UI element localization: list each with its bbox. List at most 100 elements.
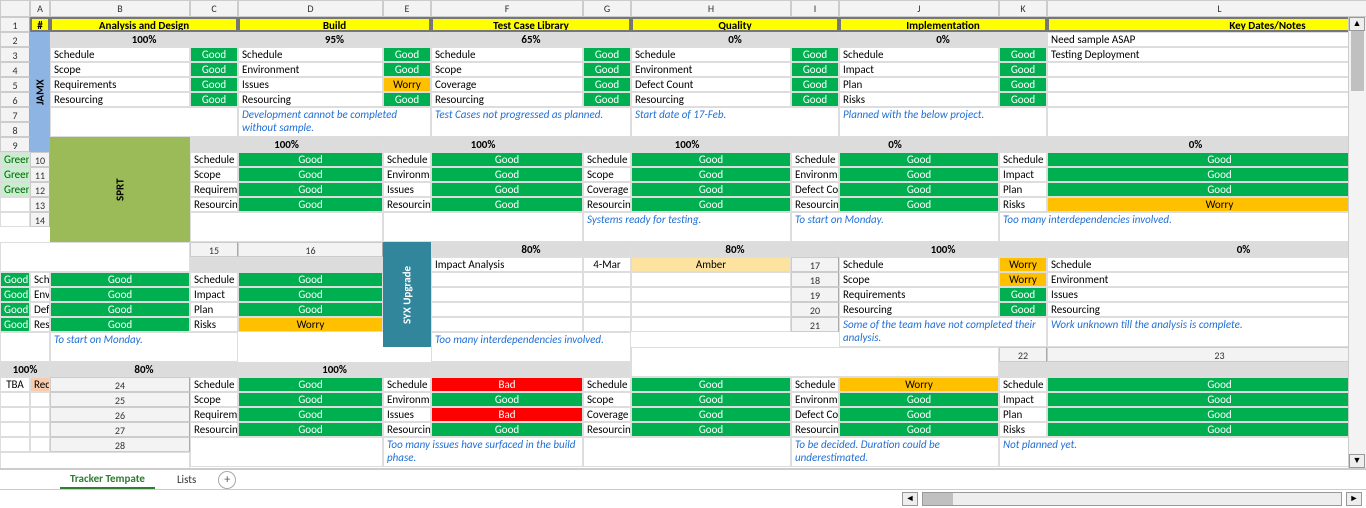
note[interactable]: To start on Monday. [791, 212, 999, 242]
row-header[interactable]: 13 [30, 197, 50, 212]
pct[interactable]: 95% [238, 32, 431, 47]
scroll-right-icon[interactable]: ► [1346, 492, 1362, 506]
metric-label[interactable]: Environment [791, 392, 839, 407]
scroll-left-icon[interactable]: ◄ [902, 492, 918, 506]
metric-label[interactable]: Resourcing [583, 197, 631, 212]
row-header[interactable]: 4 [0, 62, 30, 77]
metric-label[interactable]: Issues [238, 77, 383, 92]
key-date[interactable] [583, 272, 631, 287]
pct[interactable]: 100% [383, 137, 583, 152]
metric-label[interactable]: Resourcing [383, 422, 431, 437]
metric-label[interactable]: Scope [583, 167, 631, 182]
metric-label[interactable]: Requirements [839, 287, 999, 302]
status-good[interactable]: Good [1047, 167, 1366, 182]
key-date[interactable] [583, 302, 631, 317]
status-good[interactable]: Good [50, 302, 190, 317]
metric-label[interactable]: Schedule [791, 377, 839, 392]
cell[interactable] [0, 212, 30, 227]
pct[interactable]: 100% [839, 242, 1047, 257]
tab-tracker[interactable]: Tracker Tempate [60, 470, 155, 489]
status-good[interactable]: Good [999, 302, 1047, 317]
row-header[interactable]: 10 [30, 152, 50, 167]
metric-label[interactable]: Impact [839, 62, 999, 77]
cell[interactable] [431, 317, 583, 332]
status-good[interactable]: Good [631, 182, 791, 197]
status-good[interactable]: Good [383, 47, 431, 62]
status-worry[interactable]: Worry [1047, 197, 1366, 212]
col-header[interactable]: A [30, 0, 50, 17]
note[interactable] [50, 107, 238, 137]
note[interactable]: Test Cases not progressed as planned. [431, 107, 631, 137]
status-good[interactable]: Good [238, 197, 383, 212]
note[interactable] [0, 332, 50, 362]
metric-label[interactable]: Resourcing [383, 197, 431, 212]
status-good[interactable]: Good [839, 182, 999, 197]
pct[interactable]: 80% [431, 242, 631, 257]
status-worry[interactable]: Worry [238, 317, 383, 332]
pct[interactable]: 100% [583, 137, 791, 152]
status-worry[interactable]: Worry [839, 377, 999, 392]
key-note[interactable] [1047, 62, 1366, 77]
status-good[interactable]: Good [791, 47, 839, 62]
status-good[interactable]: Good [190, 62, 238, 77]
cell[interactable] [1047, 107, 1366, 137]
pct[interactable]: 0% [1047, 242, 1366, 257]
status-good[interactable]: Good [1047, 392, 1366, 407]
metric-label[interactable]: Environment [383, 167, 431, 182]
status-good[interactable]: Good [999, 77, 1047, 92]
header-impl[interactable]: Implementation [839, 17, 1047, 32]
note[interactable]: Start date of 17-Feb. [631, 107, 839, 137]
status-good[interactable]: Good [238, 422, 383, 437]
metric-label[interactable]: Resourcing [431, 92, 583, 107]
vscroll-thumb[interactable] [1351, 31, 1364, 91]
metric-label[interactable]: Resourcing [30, 317, 50, 332]
row-header[interactable]: 20 [791, 302, 839, 317]
status-good[interactable]: Good [0, 272, 30, 287]
pct[interactable]: 100% [50, 32, 238, 47]
key-status[interactable]: Green [0, 167, 30, 182]
metric-label[interactable]: Plan [999, 182, 1047, 197]
status-good[interactable]: Good [238, 287, 383, 302]
status-good[interactable]: Good [190, 92, 238, 107]
row-header[interactable]: 8 [0, 122, 30, 137]
header-quality[interactable]: Quality [631, 17, 839, 32]
metric-label[interactable]: Resourcing [190, 422, 238, 437]
key-note[interactable] [431, 287, 583, 302]
key-date[interactable]: 4-Mar [583, 257, 631, 272]
key-note[interactable]: Testing Deployment [1047, 47, 1366, 62]
metric-label[interactable]: Coverage [583, 182, 631, 197]
col-header[interactable]: J [839, 0, 999, 17]
key-status[interactable]: Amber [631, 257, 791, 272]
metric-label[interactable]: Requirements [50, 77, 190, 92]
metric-label[interactable]: Schedule [999, 152, 1047, 167]
status-good[interactable]: Good [0, 302, 30, 317]
status-good[interactable]: Good [238, 272, 383, 287]
status-good[interactable]: Good [1047, 422, 1366, 437]
cell[interactable] [1047, 92, 1366, 107]
metric-label[interactable]: Defect Count [631, 77, 791, 92]
note[interactable]: To be decided. Duration could be underes… [791, 437, 999, 467]
status-good[interactable]: Good [631, 422, 791, 437]
pct[interactable]: 100% [0, 362, 50, 377]
status-good[interactable]: Good [50, 272, 190, 287]
metric-label[interactable]: Defect Count [791, 182, 839, 197]
row-header[interactable]: 18 [791, 272, 839, 287]
metric-label[interactable]: Environment [1047, 272, 1366, 287]
row-header[interactable]: 17 [791, 257, 839, 272]
status-good[interactable]: Good [431, 197, 583, 212]
metric-label[interactable]: Risks [999, 422, 1047, 437]
status-good[interactable]: Good [631, 377, 791, 392]
pct[interactable]: 0% [631, 32, 839, 47]
row-header[interactable]: 21 [791, 317, 839, 332]
row-header[interactable]: 5 [0, 77, 30, 92]
col-header[interactable]: C [190, 0, 238, 17]
cell[interactable] [631, 347, 999, 377]
cell[interactable] [30, 437, 50, 452]
status-good[interactable]: Good [631, 407, 791, 422]
metric-label[interactable]: Plan [190, 302, 238, 317]
col-header[interactable]: D [238, 0, 383, 17]
metric-label[interactable]: Requirements [190, 407, 238, 422]
note[interactable] [190, 212, 383, 242]
metric-label[interactable]: Resourcing [1047, 302, 1366, 317]
metric-label[interactable]: Scope [431, 62, 583, 77]
